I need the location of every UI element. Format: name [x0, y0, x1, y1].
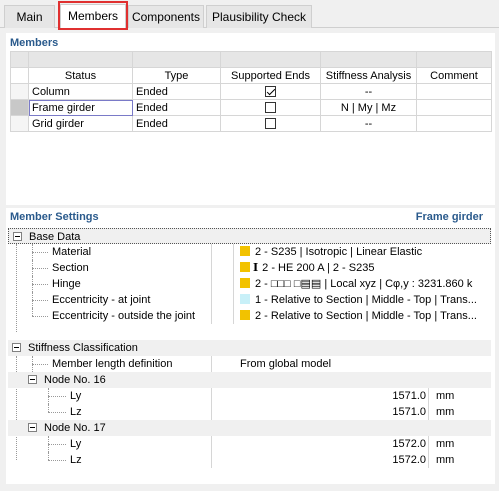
collapse-icon[interactable]	[28, 375, 37, 384]
comment-cell[interactable]	[416, 99, 492, 116]
col-header-stiffness-analysis: Stiffness Analysis	[320, 67, 417, 84]
type-cell[interactable]: Ended	[132, 99, 221, 116]
tree-group-base-data[interactable]: Base Data	[8, 228, 491, 244]
section-value: 2 - HE 200 A | 2 - S235	[262, 262, 375, 274]
tree-row-material[interactable]: Material 2 - S235 | Isotropic | Linear E…	[8, 244, 491, 260]
eccentricity-joint-value: 1 - Relative to Section | Middle - Top |…	[255, 294, 477, 306]
tab-main[interactable]: Main	[4, 5, 55, 28]
col-header-status: Status	[28, 67, 133, 84]
status-cell[interactable]: Grid girder	[28, 115, 133, 132]
i-beam-icon: I	[253, 261, 259, 274]
comment-cell[interactable]	[416, 83, 492, 100]
collapse-icon[interactable]	[28, 423, 37, 432]
col-header-comment: Comment	[416, 67, 492, 84]
type-cell[interactable]: Ended	[132, 115, 221, 132]
tree-row-member-length-definition[interactable]: Member length definition From global mod…	[8, 356, 491, 372]
supported-ends-checkbox[interactable]	[265, 86, 276, 98]
material-value: 2 - S235 | Isotropic | Linear Elastic	[255, 246, 423, 258]
table-row[interactable]: Column Ended --	[10, 83, 492, 100]
table-row[interactable]: Frame girder Ended N | My | Mz	[10, 99, 492, 116]
collapse-icon[interactable]	[12, 343, 21, 352]
eccentricity-joint-color-icon	[240, 294, 250, 304]
status-cell[interactable]: Frame girder	[28, 99, 133, 116]
hinge-color-icon	[240, 278, 250, 288]
eccentricity-outside-value: 2 - Relative to Section | Middle - Top |…	[255, 310, 477, 322]
col-header-type: Type	[132, 67, 221, 84]
node16-ly-value[interactable]: 1571.0	[346, 388, 426, 404]
tree-group-node-17[interactable]: Node No. 17	[8, 420, 491, 436]
tab-plausibility-check[interactable]: Plausibility Check	[206, 5, 312, 28]
node17-ly-value[interactable]: 1572.0	[346, 436, 426, 452]
stiffness-cell: N | My | Mz	[340, 101, 397, 114]
col-header-supported-ends: Supported Ends	[220, 67, 321, 84]
supported-ends-checkbox[interactable]	[265, 102, 276, 114]
tree-row-node16-ly[interactable]: Ly 1571.0 mm	[8, 388, 491, 404]
type-cell[interactable]: Ended	[132, 83, 221, 100]
node17-lz-value[interactable]: 1572.0	[346, 452, 426, 468]
member-settings-context: Frame girder	[415, 211, 483, 223]
tree-row-node17-lz[interactable]: Lz 1572.0 mm	[8, 452, 491, 468]
tree-group-node-16[interactable]: Node No. 16	[8, 372, 491, 388]
table-row[interactable]: Grid girder Ended --	[10, 115, 492, 132]
comment-cell[interactable]	[416, 115, 492, 132]
tree-row-section[interactable]: Section I2 - HE 200 A | 2 - S235	[8, 260, 491, 276]
tree-group-stiffness-classification[interactable]: Stiffness Classification	[8, 340, 491, 356]
stiffness-cell[interactable]: --	[320, 83, 417, 100]
tree-row-node17-ly[interactable]: Ly 1572.0 mm	[8, 436, 491, 452]
hinge-value: 2 - □□□ □▤▤ | Local xyz | Cφ,y : 3231.86…	[255, 278, 473, 290]
supported-ends-checkbox[interactable]	[265, 118, 276, 130]
tab-members[interactable]: Members	[60, 4, 126, 28]
eccentricity-outside-color-icon	[240, 310, 250, 320]
members-table: Status Type Supported Ends Stiffness Ana…	[10, 51, 492, 132]
tree-row-hinge[interactable]: Hinge 2 - □□□ □▤▤ | Local xyz | Cφ,y : 3…	[8, 276, 491, 292]
settings-tree: Base Data Material 2 - S235 | Isotropic …	[8, 228, 491, 476]
members-section-title: Members	[10, 37, 59, 49]
tab-bar: Main Members Components Plausibility Che…	[0, 0, 499, 28]
status-cell[interactable]: Column	[28, 83, 133, 100]
collapse-icon[interactable]	[13, 232, 22, 241]
node16-lz-value[interactable]: 1571.0	[346, 404, 426, 420]
stiffness-cell[interactable]: --	[320, 115, 417, 132]
tree-row-node16-lz[interactable]: Lz 1571.0 mm	[8, 404, 491, 420]
member-settings-title: Member Settings	[10, 211, 99, 223]
material-color-icon	[240, 246, 250, 256]
tab-components[interactable]: Components	[128, 5, 204, 28]
length-definition-value: From global model	[240, 358, 332, 370]
tree-row-eccentricity-joint[interactable]: Eccentricity - at joint 1 - Relative to …	[8, 292, 491, 308]
tree-row-eccentricity-outside[interactable]: Eccentricity - outside the joint 2 - Rel…	[8, 308, 491, 324]
members-panel: Members Status Type Supported Ends Stiff…	[6, 33, 495, 205]
section-color-icon	[240, 262, 250, 272]
